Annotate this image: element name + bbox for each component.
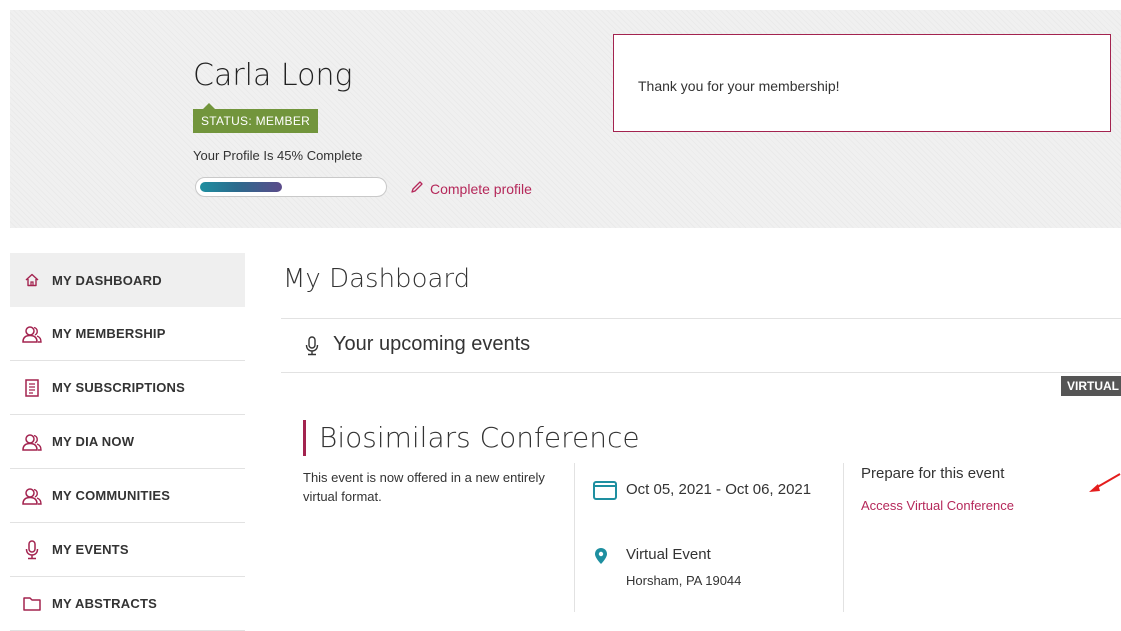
- sidebar-item-label: MY MEMBERSHIP: [52, 326, 166, 341]
- column-divider: [574, 463, 575, 612]
- microphone-icon: [305, 336, 319, 361]
- sidebar-item-abstracts[interactable]: MY ABSTRACTS: [10, 577, 245, 631]
- membership-message-box: Thank you for your membership!: [613, 34, 1111, 132]
- event-date: Oct 05, 2021 - Oct 06, 2021: [626, 481, 812, 498]
- sidebar-item-dia-now[interactable]: MY DIA NOW: [10, 415, 245, 469]
- complete-profile-link[interactable]: Complete profile: [410, 180, 532, 197]
- sidebar: MY DASHBOARD MY MEMBERSHIP MY SUBSCRIPTI…: [10, 253, 245, 631]
- people-icon: [22, 432, 42, 452]
- sidebar-item-membership[interactable]: MY MEMBERSHIP: [10, 307, 245, 361]
- pencil-icon: [410, 180, 424, 197]
- people-icon: [22, 324, 42, 344]
- sidebar-item-label: MY DASHBOARD: [52, 272, 162, 288]
- prepare-event-title: Prepare for this event: [861, 465, 1005, 482]
- membership-message: Thank you for your membership!: [638, 78, 840, 94]
- sidebar-item-label: MY SUBSCRIPTIONS: [52, 380, 185, 395]
- virtual-badge: VIRTUAL: [1061, 376, 1121, 396]
- folder-icon: [22, 594, 42, 614]
- profile-completion-text: Your Profile Is 45% Complete: [193, 148, 363, 163]
- document-icon: [22, 378, 42, 398]
- access-virtual-conference-link[interactable]: Access Virtual Conference: [861, 498, 1014, 513]
- sidebar-item-label: MY ABSTRACTS: [52, 596, 157, 611]
- location-pin-icon: [594, 547, 608, 570]
- page-title: My Dashboard: [283, 264, 471, 294]
- complete-profile-label: Complete profile: [430, 180, 532, 197]
- user-name: Carla Long: [193, 58, 353, 93]
- event-title[interactable]: Biosimilars Conference: [303, 420, 640, 456]
- event-location-address: Horsham, PA 19044: [626, 573, 742, 588]
- home-icon: [22, 270, 42, 290]
- profile-progress-fill: [200, 182, 282, 192]
- people-icon: [22, 486, 42, 506]
- sidebar-item-events[interactable]: MY EVENTS: [10, 523, 245, 577]
- profile-progress-bar: [195, 177, 387, 197]
- status-badge: STATUS: MEMBER: [193, 103, 319, 133]
- sidebar-item-subscriptions[interactable]: MY SUBSCRIPTIONS: [10, 361, 245, 415]
- sidebar-item-communities[interactable]: MY COMMUNITIES: [10, 469, 245, 523]
- arrow-annotation-icon: [1088, 470, 1121, 499]
- event-description: This event is now offered in a new entir…: [303, 470, 545, 504]
- microphone-icon: [22, 539, 42, 560]
- sidebar-item-label: MY EVENTS: [52, 542, 129, 557]
- sidebar-item-dashboard[interactable]: MY DASHBOARD: [10, 253, 245, 307]
- upcoming-events-header: Your upcoming events: [281, 318, 1121, 373]
- event-location-name: Virtual Event: [626, 546, 711, 563]
- calendar-icon: [593, 480, 617, 505]
- sidebar-item-label: MY COMMUNITIES: [52, 488, 171, 503]
- upcoming-events-label: Your upcoming events: [333, 333, 531, 355]
- sidebar-item-label: MY DIA NOW: [52, 434, 135, 449]
- column-divider: [843, 463, 844, 612]
